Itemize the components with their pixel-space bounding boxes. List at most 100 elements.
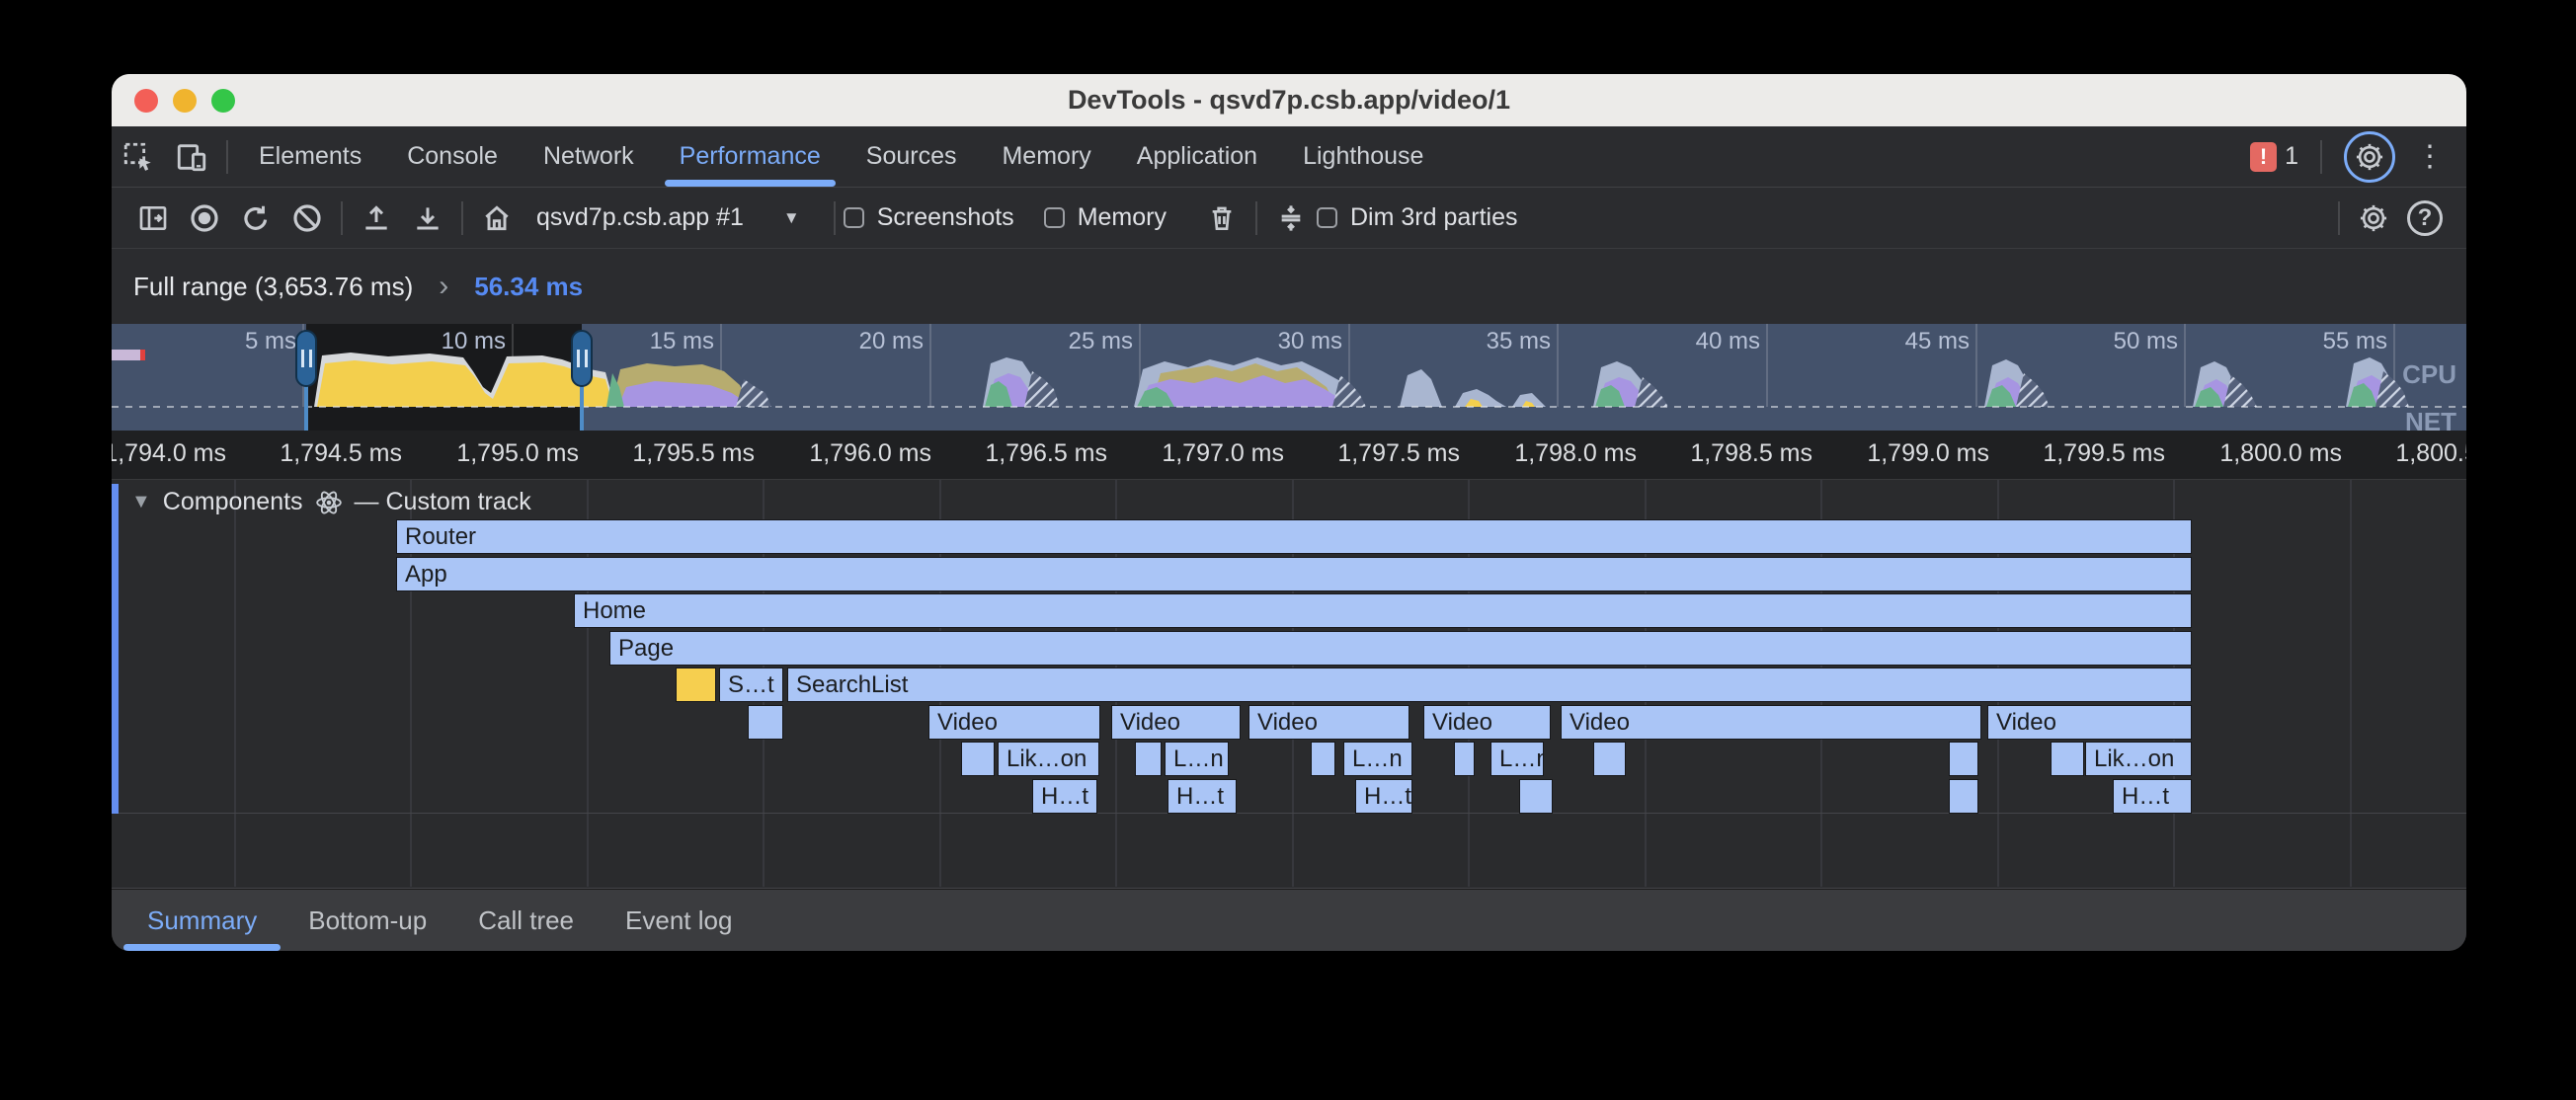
flame-bar-ln[interactable]: L…n — [1490, 742, 1544, 776]
flame-bar[interactable] — [1593, 742, 1626, 776]
flame-bar-home[interactable]: Home — [574, 593, 2192, 628]
toggle-sidebar-icon[interactable] — [127, 193, 179, 244]
flame-bar[interactable] — [1519, 779, 1553, 814]
ruler-label: 1,794.5 ms — [234, 439, 402, 471]
cpu-activity-chart — [112, 324, 2466, 431]
tab-summary[interactable]: Summary — [121, 890, 282, 951]
flame-bar[interactable] — [961, 742, 995, 776]
tab-memory[interactable]: Memory — [979, 126, 1113, 187]
target-selector[interactable]: qsvd7p.csb.app #1 — [536, 203, 744, 232]
zoom-button[interactable] — [211, 89, 235, 113]
ruler-label: 1,800.5 ms — [2350, 439, 2466, 471]
home-icon[interactable] — [471, 193, 523, 244]
tab-call-tree[interactable]: Call tree — [452, 890, 600, 951]
flame-bar[interactable] — [2051, 742, 2084, 776]
dim-3rd-parties-checkbox[interactable]: Dim 3rd parties — [1317, 203, 1518, 232]
track-header[interactable]: ▼ Components — Custom track — [131, 488, 531, 516]
settings-button[interactable] — [2344, 131, 2395, 183]
download-profile-icon[interactable] — [402, 193, 453, 244]
tab-bottom-up[interactable]: Bottom-up — [282, 890, 452, 951]
flame-bar-video[interactable]: Video — [1561, 705, 1981, 740]
inspect-element-icon[interactable] — [112, 126, 165, 187]
checkbox-icon — [1317, 207, 1337, 228]
timeline-overview[interactable]: 5 ms10 ms15 ms20 ms25 ms30 ms35 ms40 ms4… — [112, 324, 2466, 431]
tab-application[interactable]: Application — [1114, 126, 1280, 187]
flame-bar-video[interactable]: Video — [1111, 705, 1241, 740]
upload-profile-icon[interactable] — [351, 193, 402, 244]
separator — [2338, 201, 2340, 235]
memory-checkbox[interactable]: Memory — [1044, 203, 1167, 232]
left-handle-line — [304, 381, 308, 431]
flame-bar-searchlist[interactable]: SearchList — [787, 668, 2192, 702]
flame-chart[interactable]: ▼ Components — Custom track RouterAppHom… — [112, 480, 2466, 889]
flame-bar[interactable] — [1135, 742, 1162, 776]
flame-bar[interactable] — [1949, 779, 1978, 814]
tab-event-log[interactable]: Event log — [600, 890, 758, 951]
grid-line — [234, 480, 236, 887]
right-range-handle[interactable] — [571, 330, 593, 387]
record-icon[interactable] — [179, 193, 230, 244]
ruler-label: 1,797.5 ms — [1292, 439, 1460, 471]
left-range-handle[interactable] — [295, 330, 317, 387]
flame-bar[interactable] — [748, 705, 783, 740]
flame-bar-ln[interactable]: L…n — [1343, 742, 1412, 776]
flame-bar[interactable] — [1949, 742, 1978, 776]
devtools-tabbar: ElementsConsoleNetworkPerformanceSources… — [112, 126, 2466, 188]
cpu-area-hatch — [736, 379, 771, 407]
network-request-bar — [112, 350, 145, 360]
flame-bar-ht[interactable]: H…t — [1032, 779, 1097, 814]
screenshots-checkbox[interactable]: Screenshots — [844, 203, 1014, 232]
flame-bar-video[interactable]: Video — [1248, 705, 1409, 740]
clear-icon[interactable] — [282, 193, 333, 244]
track-divider — [112, 888, 2466, 889]
flame-bar-page[interactable]: Page — [609, 631, 2192, 666]
flame-bar-app[interactable]: App — [396, 557, 2192, 591]
time-ruler: 1,794.0 ms1,794.5 ms1,795.0 ms1,795.5 ms… — [112, 431, 2466, 480]
flame-bar-video[interactable]: Video — [928, 705, 1100, 740]
flame-bar-video[interactable]: Video — [1423, 705, 1551, 740]
capture-settings-gear-icon[interactable] — [2348, 193, 2399, 244]
flame-bar-video[interactable]: Video — [1987, 705, 2192, 740]
track-title: Components — [163, 488, 303, 516]
chevron-down-icon[interactable]: ▼ — [783, 208, 800, 228]
help-icon[interactable]: ? — [2399, 193, 2451, 244]
device-toolbar-icon[interactable] — [165, 126, 218, 187]
collapse-triangle-icon[interactable]: ▼ — [131, 491, 151, 513]
ruler-label: 1,795.5 ms — [587, 439, 755, 471]
flame-bar[interactable] — [1311, 742, 1335, 776]
flame-bar[interactable] — [1454, 742, 1475, 776]
reload-record-icon[interactable] — [230, 193, 282, 244]
flame-bar-likon[interactable]: Lik…on — [998, 742, 1099, 776]
cpu-baseline — [112, 406, 2466, 408]
selected-range-crumb[interactable]: 56.34 ms — [474, 272, 583, 302]
grid-line — [2350, 480, 2352, 887]
minimize-button[interactable] — [173, 89, 197, 113]
tab-console[interactable]: Console — [384, 126, 521, 187]
error-badge[interactable]: ! 1 — [2250, 142, 2298, 172]
flame-bar-ht[interactable]: H…t — [2113, 779, 2192, 814]
details-tabbar: SummaryBottom-upCall treeEvent log — [112, 889, 2466, 951]
tab-network[interactable]: Network — [521, 126, 657, 187]
garbage-collect-icon[interactable] — [1196, 193, 1248, 244]
title-bar: DevTools - qsvd7p.csb.app/video/1 — [112, 74, 2466, 126]
collapse-icon[interactable] — [1265, 193, 1317, 244]
flame-bar-router[interactable]: Router — [396, 519, 2192, 554]
window-title: DevTools - qsvd7p.csb.app/video/1 — [1068, 85, 1510, 116]
separator — [226, 140, 228, 174]
flame-bar-ln[interactable]: L…n — [1165, 742, 1229, 776]
flame-bar-st[interactable]: S…t — [719, 668, 783, 702]
flame-bar-ht[interactable]: H…t — [1167, 779, 1237, 814]
flame-bar[interactable] — [676, 668, 716, 702]
full-range-crumb[interactable]: Full range (3,653.76 ms) — [133, 272, 413, 302]
close-button[interactable] — [134, 89, 158, 113]
tab-sources[interactable]: Sources — [844, 126, 980, 187]
flame-bar-likon[interactable]: Lik…on — [2085, 742, 2192, 776]
error-count: 1 — [2285, 142, 2298, 171]
tab-lighthouse[interactable]: Lighthouse — [1280, 126, 1446, 187]
cpu-area-gray — [1400, 369, 1442, 407]
chevron-right-icon: › — [439, 270, 448, 303]
tab-performance[interactable]: Performance — [657, 126, 844, 187]
more-options-icon[interactable]: ⋮ — [2409, 139, 2451, 174]
flame-bar-ht[interactable]: H…t — [1355, 779, 1412, 814]
tab-elements[interactable]: Elements — [236, 126, 384, 187]
